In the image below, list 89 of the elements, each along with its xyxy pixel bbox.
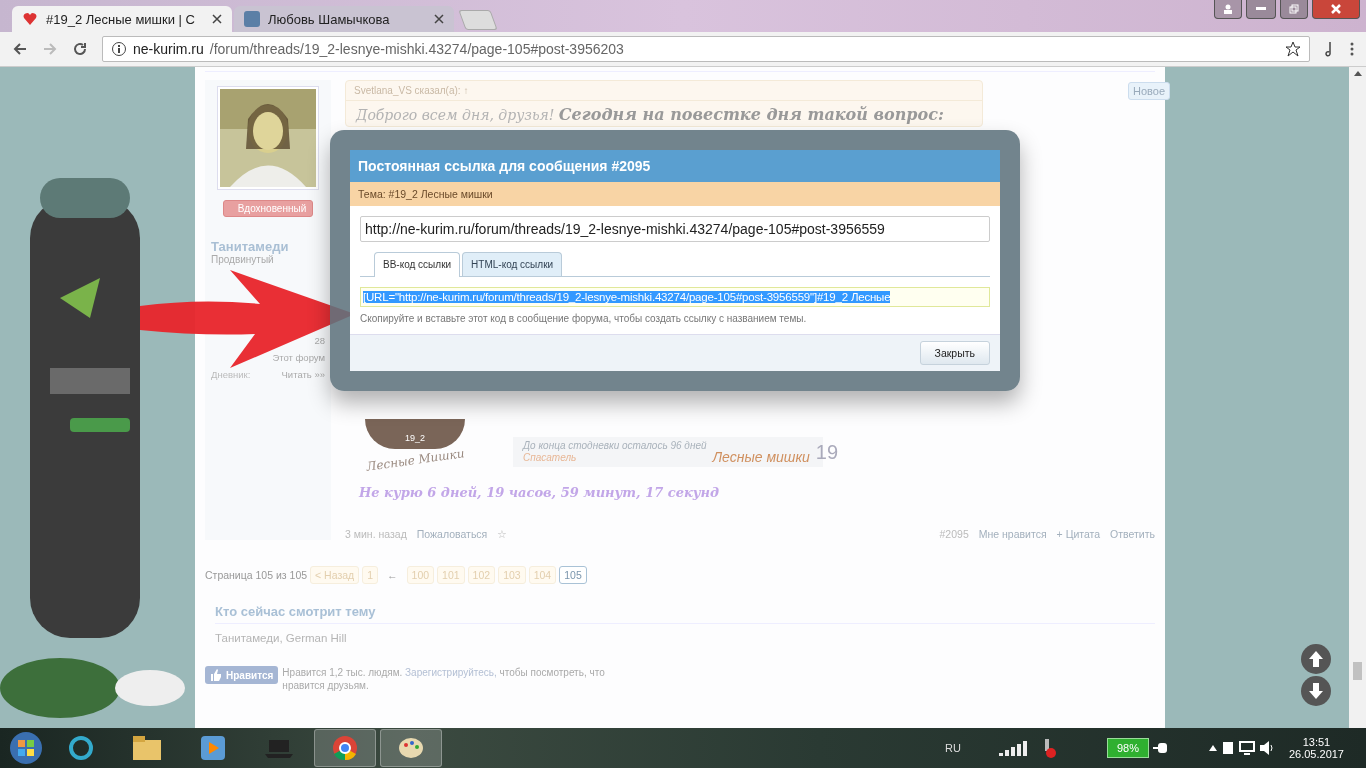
monitor-icon	[1238, 740, 1255, 756]
dialog-title: Постоянная ссылка для сообщения #2095	[350, 150, 1000, 182]
caret-up-icon	[1208, 745, 1217, 751]
hint-text: Скопируйте и вставьте этот код в сообщение форума, чтобы создать ссылку с названием темы.	[360, 313, 808, 324]
menu-icon	[1350, 41, 1354, 57]
user-rank: Продвинутый	[210, 254, 274, 265]
language-indicator[interactable]: RU	[945, 742, 961, 754]
banner-title: Лесные мишки	[712, 449, 810, 465]
like-count-text: Нравится 1,2 тыс. людям. Зарегистрируйтесь, чтобы посмотреть, что нравится друзьям.	[282, 666, 606, 692]
stat-value: Читать »»	[281, 369, 325, 380]
heart-icon	[22, 11, 38, 27]
speaker-icon	[1258, 740, 1275, 756]
address-path: /forum/threads/19_2-lesnye-mishki.43274/page-105#post-3956203	[209, 41, 625, 57]
stat-value: Этот форум	[272, 352, 325, 363]
page-button[interactable]: 101	[437, 566, 465, 584]
minimize-button[interactable]	[1246, 0, 1276, 19]
battery-indicator[interactable]: 98%	[1106, 738, 1149, 758]
close-icon	[1330, 4, 1342, 14]
page-count: Страница 105 из 105	[205, 569, 308, 581]
browser-tab[interactable]: #19_2 Лесные мишки | С	[12, 6, 232, 32]
code-field[interactable]: [URL="http://ne-kurim.ru/forum/threads/19_2-lesnye-mishki.43274/page-105#post-3956559"]#19_2 Лесные	[360, 287, 990, 307]
post-number[interactable]: #2095	[939, 528, 969, 540]
bookmark-star[interactable]: ☆	[497, 528, 508, 540]
page-button[interactable]: 103	[498, 566, 526, 584]
page-button[interactable]: 105	[559, 566, 587, 584]
laptop-icon	[265, 738, 293, 758]
device-icon	[1220, 740, 1235, 756]
taskbar-app[interactable]	[314, 729, 376, 767]
register-link[interactable]: Зарегистрируйтесь,	[405, 667, 497, 678]
scrollbar-thumb[interactable]	[1353, 662, 1362, 680]
post-action-link[interactable]: Мне нравится	[978, 528, 1047, 540]
taskbar-app[interactable]	[380, 729, 442, 767]
smoke-free-counter: Не курю 6 дней, 19 часов, 59 минут, 17 секунд	[359, 485, 721, 500]
page-button[interactable]: 104	[528, 566, 557, 584]
chrome-icon	[332, 735, 358, 761]
stat-label: Дневник:	[211, 369, 251, 380]
message-text: Доброго всем дня, друзья! Сегодня на повестке дня такой вопрос:	[354, 104, 945, 126]
address-bar[interactable]: ne-kurim.ru /forum/threads/19_2-lesnye-mishki.43274/page-105#post-3956203	[102, 36, 1310, 62]
post-time: 3 мин. назад	[345, 528, 407, 540]
scrollbar[interactable]	[1349, 67, 1366, 728]
browser-tab[interactable]: Любовь Шамычкова	[234, 6, 454, 32]
counter-rank: Спасатель	[523, 452, 578, 464]
quote-author: Svetlana_VS сказал(а): ↑	[346, 81, 982, 101]
author-name[interactable]: Танитамеди	[205, 239, 289, 254]
code-tab[interactable]: HTML-код ссылки	[462, 252, 563, 276]
close-button[interactable]: Закрыть	[919, 341, 990, 365]
banner-number: 19	[815, 440, 839, 464]
folder-icon	[133, 736, 161, 760]
reload-icon	[72, 41, 88, 57]
back-icon	[12, 41, 28, 57]
page-button[interactable]: 1	[362, 566, 379, 584]
arrow-up-icon	[1309, 651, 1323, 667]
rank-badge: Вдохновенный	[222, 200, 314, 217]
arrow-down-icon	[1309, 683, 1323, 699]
post-action-link[interactable]: Ответить	[1110, 528, 1155, 540]
close-icon	[212, 14, 222, 24]
logo-name: Лесные Мишки	[365, 446, 465, 474]
profile-button[interactable]	[1214, 0, 1242, 19]
scroll-up-icon	[1353, 71, 1362, 76]
info-icon	[111, 41, 127, 57]
thumbs-up-icon	[210, 669, 222, 681]
code-tab[interactable]: BB-код ссылки	[374, 252, 461, 277]
viewer-names: Танитамеди, German Hill	[215, 632, 348, 644]
section-title: Кто сейчас смотрит тему	[215, 604, 1155, 624]
report-link[interactable]: Пожаловаться	[416, 528, 488, 540]
restore-button[interactable]	[1280, 0, 1308, 19]
page-button[interactable]: 100	[406, 566, 435, 584]
stat-value: 28	[314, 335, 325, 346]
minimize-icon	[1256, 7, 1266, 11]
page-button[interactable]: 102	[467, 566, 496, 584]
star-icon	[1285, 41, 1301, 57]
prev-page-button[interactable]: < Назад	[310, 566, 360, 584]
play-icon	[201, 736, 225, 760]
post-action-link[interactable]: + Цитата	[1056, 528, 1101, 540]
dialog-subtitle: Тема: #19_2 Лесные мишки	[350, 182, 1000, 206]
url-field[interactable]: http://ne-kurim.ru/forum/threads/19_2-lesnye-mishki.43274/page-105#post-3956559	[360, 216, 990, 242]
logo-emblem: 19_2	[365, 419, 465, 449]
forward-icon	[42, 41, 58, 57]
new-badge[interactable]: Новое	[1128, 82, 1171, 100]
close-button[interactable]	[1312, 0, 1360, 19]
palette-icon	[398, 736, 424, 760]
user-icon	[1223, 4, 1233, 14]
close-icon	[434, 14, 444, 24]
page-gap: ←	[387, 569, 398, 581]
address-host: ne-kurim.ru	[133, 41, 204, 57]
clock[interactable]: 13:51 26.05.2017	[1288, 736, 1344, 760]
counter-text: До конца стодневки осталось 96 дней	[523, 440, 707, 452]
like-button[interactable]: Нравится	[205, 666, 279, 684]
restore-icon	[1289, 4, 1299, 14]
